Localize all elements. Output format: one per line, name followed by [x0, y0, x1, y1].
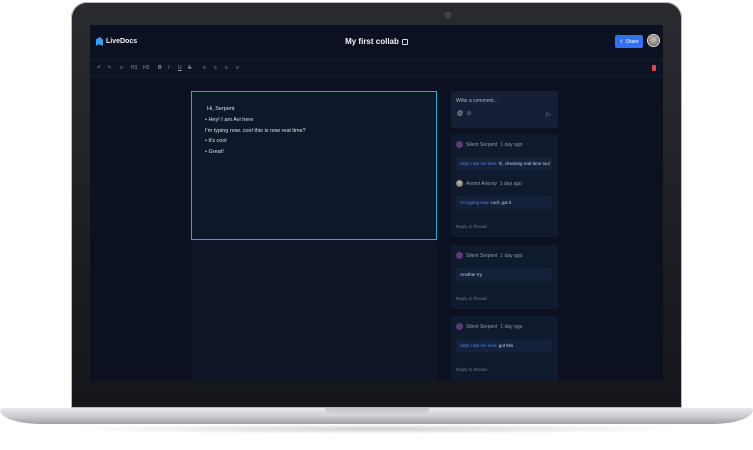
send-icon[interactable]: ▷ — [546, 111, 551, 118]
italic-button[interactable]: I — [168, 65, 169, 71]
comment-header: Silent Serpent 1 day ago — [456, 252, 522, 259]
comment-text: hi, checking real-time tool — [498, 161, 550, 166]
align-justify-icon[interactable]: ≡ — [236, 65, 239, 71]
heading-1-button[interactable]: H1 — [131, 65, 137, 71]
align-center-icon[interactable]: ≡ — [214, 65, 217, 71]
comment-quote[interactable]: Hey! I am Avi here — [460, 343, 497, 348]
document-title-text: My first collab — [345, 37, 399, 46]
share-label: Share — [625, 38, 639, 45]
laptop-notch — [325, 408, 429, 416]
comment-author: Silent Serpent — [466, 141, 498, 148]
formatting-toolbar: ↶ ↷ ≡ H1 H2 B I U S ≡ ≡ ≡ ≡ — [90, 59, 663, 77]
comment-author: Anmol Antony — [466, 180, 497, 187]
comment-time: 1 day ago — [500, 141, 523, 148]
editor-page-continuation — [191, 241, 437, 381]
comment-time: 1 day ago — [499, 180, 522, 187]
comment-body: Another try — [456, 268, 552, 281]
editor-area[interactable]: Hi, Serpent • Hey! I am Avi here I'm typ… — [191, 91, 437, 240]
trash-icon[interactable] — [652, 65, 656, 71]
comment-header: Silent Serpent 1 day ago — [456, 141, 522, 148]
comment-author: Silent Serpent — [466, 252, 498, 259]
mention-icon[interactable]: @ — [457, 111, 463, 117]
comment-text: cool, got it — [490, 200, 512, 205]
comment-quote[interactable]: Hey! I am Avi here — [460, 161, 497, 166]
strikethrough-button[interactable]: S — [188, 65, 191, 71]
comment-quote[interactable]: I'm typing now — [460, 200, 489, 205]
comment-time: 1 day ago — [500, 252, 523, 259]
reply-input[interactable]: Reply to thread... — [456, 224, 490, 229]
comment-body: I'm typing now cool, got it — [456, 196, 552, 209]
comment-input[interactable]: Write a comment... — [456, 98, 498, 104]
app-screen: LiveDocs My first collab ⇪ Share ↶ ↷ ≡ H… — [90, 25, 663, 381]
bold-button[interactable]: B — [158, 65, 162, 71]
underline-button[interactable]: U — [178, 65, 182, 71]
document-title[interactable]: My first collab — [90, 37, 663, 46]
reply-input[interactable]: Reply to thread... — [456, 296, 490, 301]
emoji-icon[interactable]: ☺ — [466, 111, 472, 117]
editor-line[interactable]: • it's cool — [205, 138, 227, 144]
comment-body: Hey! I am Avi here got this — [456, 339, 552, 352]
comment-thread: Silent Serpent 1 day ago Hey! I am Avi h… — [451, 316, 558, 381]
user-avatar[interactable] — [648, 35, 659, 46]
undo-icon[interactable]: ↶ — [97, 65, 101, 71]
paragraph-icon[interactable]: ≡ — [120, 65, 123, 71]
comment-body: Hey! I am Avi here hi, checking real-time… — [456, 157, 552, 170]
avatar — [456, 323, 463, 330]
editor-line[interactable]: • Great! — [205, 149, 224, 155]
heading-2-button[interactable]: H2 — [143, 65, 149, 71]
editor-line[interactable]: • Hey! I am Avi here — [205, 117, 253, 123]
align-right-icon[interactable]: ≡ — [225, 65, 228, 71]
avatar — [456, 141, 463, 148]
redo-icon[interactable]: ↷ — [107, 65, 111, 71]
comment-thread: Silent Serpent 1 day ago Hey! I am Avi h… — [451, 134, 558, 237]
comment-thread: Silent Serpent 1 day ago Another try Rep… — [451, 245, 558, 309]
camera-icon — [445, 12, 451, 18]
comment-header: Anmol Antony 1 day ago — [456, 180, 522, 187]
comment-author: Silent Serpent — [466, 323, 498, 330]
editor-line[interactable]: I'm typing now. cool this is now real ti… — [205, 128, 306, 134]
header: LiveDocs My first collab ⇪ Share — [90, 25, 663, 59]
comment-text: Another try — [460, 272, 483, 277]
comment-header: Silent Serpent 1 day ago — [456, 323, 522, 330]
edit-icon[interactable] — [401, 39, 408, 45]
editor-line[interactable]: Hi, Serpent — [207, 106, 235, 112]
laptop-shadow — [60, 424, 693, 434]
reply-input[interactable]: Reply to thread... — [456, 367, 490, 372]
avatar — [456, 180, 463, 187]
comment-text: got this — [498, 343, 514, 348]
share-icon: ⇪ — [619, 38, 624, 45]
align-left-icon[interactable]: ≡ — [203, 65, 206, 71]
share-button[interactable]: ⇪ Share — [615, 35, 643, 48]
avatar — [456, 252, 463, 259]
comment-composer[interactable]: Write a comment... @ ☺ ▷ — [451, 91, 558, 128]
comment-time: 1 day ago — [500, 323, 523, 330]
